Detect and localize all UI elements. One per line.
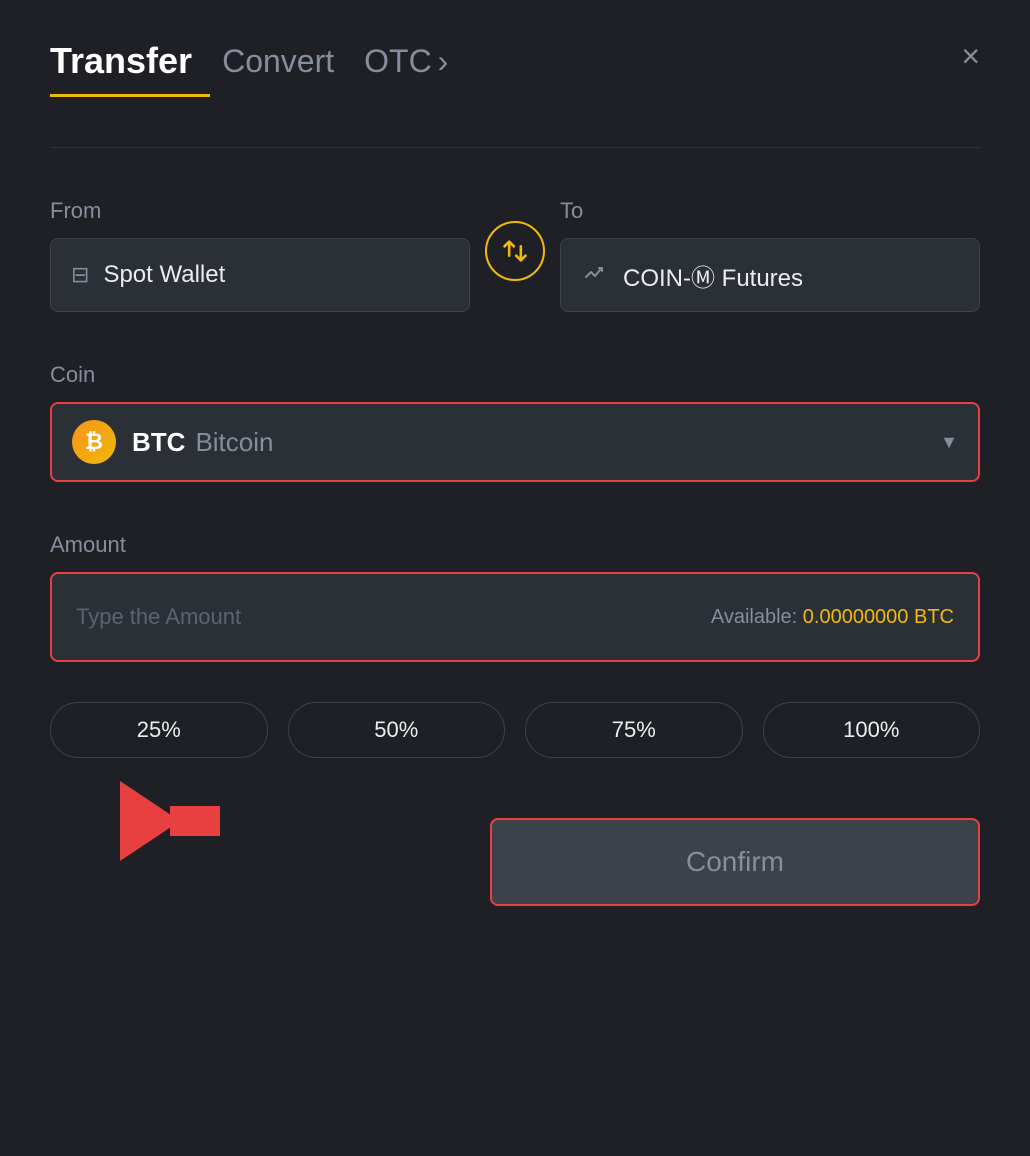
swap-button[interactable] xyxy=(485,221,545,281)
transfer-modal: Transfer Convert OTC › × From ⊟ Spot Wal… xyxy=(0,0,1030,1156)
pct-25-button[interactable]: 25% xyxy=(50,702,268,758)
confirm-section: Confirm xyxy=(50,818,980,906)
swap-wrapper xyxy=(470,221,560,289)
available-label: Available: xyxy=(711,606,797,629)
card-icon: ⊟ xyxy=(71,262,89,288)
to-wallet-name: COIN-Ⓜ Futures xyxy=(623,258,803,293)
futures-icon xyxy=(581,260,605,290)
chevron-down-icon: ▼ xyxy=(940,432,958,453)
active-tab-underline xyxy=(50,94,210,97)
coin-dropdown[interactable]: ₿ BTC Bitcoin ▼ xyxy=(50,402,980,482)
arrow-indicator xyxy=(110,761,230,886)
modal-header: Transfer Convert OTC › xyxy=(50,40,980,82)
chevron-right-icon: › xyxy=(438,43,449,80)
tab-transfer[interactable]: Transfer xyxy=(50,40,192,82)
to-label: To xyxy=(560,198,980,224)
amount-label: Amount xyxy=(50,532,980,558)
close-button[interactable]: × xyxy=(961,40,980,72)
pct-50-button[interactable]: 50% xyxy=(288,702,506,758)
amount-input-box[interactable]: Type the Amount Available: 0.00000000 BT… xyxy=(50,572,980,662)
amount-placeholder: Type the Amount xyxy=(76,604,711,630)
header-divider xyxy=(50,147,980,148)
coin-fullname: Bitcoin xyxy=(195,427,273,458)
to-wallet-select[interactable]: COIN-Ⓜ Futures xyxy=(560,238,980,312)
pct-100-button[interactable]: 100% xyxy=(763,702,981,758)
pct-75-button[interactable]: 75% xyxy=(525,702,743,758)
from-label: From xyxy=(50,198,470,224)
from-group: From ⊟ Spot Wallet xyxy=(50,198,470,312)
from-to-section: From ⊟ Spot Wallet To xyxy=(50,198,980,312)
coin-label: Coin xyxy=(50,362,980,388)
from-wallet-select[interactable]: ⊟ Spot Wallet xyxy=(50,238,470,312)
btc-icon: ₿ xyxy=(72,420,116,464)
coin-symbol: BTC xyxy=(132,427,185,458)
to-group: To COIN-Ⓜ Futures xyxy=(560,198,980,312)
tab-convert[interactable]: Convert xyxy=(222,43,334,80)
amount-section: Amount Type the Amount Available: 0.0000… xyxy=(50,532,980,662)
confirm-button[interactable]: Confirm xyxy=(490,818,980,906)
percent-buttons: 25% 50% 75% 100% xyxy=(50,702,980,758)
coin-section: Coin ₿ BTC Bitcoin ▼ xyxy=(50,362,980,482)
from-wallet-name: Spot Wallet xyxy=(103,261,225,289)
tab-otc[interactable]: OTC › xyxy=(364,43,448,80)
available-value: 0.00000000 BTC xyxy=(797,606,954,629)
